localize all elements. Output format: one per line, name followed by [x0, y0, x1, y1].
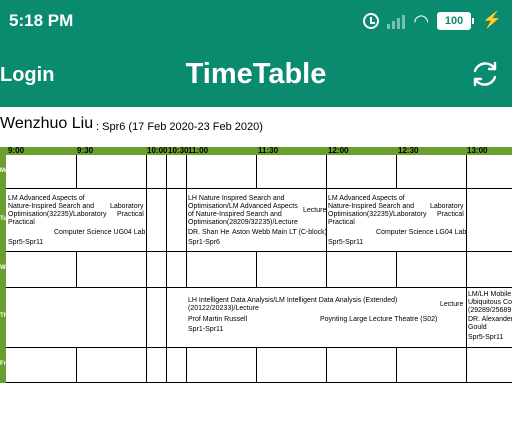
- battery-level: 100: [437, 12, 472, 30]
- timetable-grid[interactable]: 9:00 9:30 10:00 10:30 11:00 11:30 12:00 …: [0, 147, 512, 383]
- row-divider: [6, 188, 512, 189]
- user-name: Wenzhuo Liu: [0, 115, 94, 132]
- row-divider: [6, 251, 512, 252]
- status-bar: 5:18 PM ◠ 100 ⚡: [0, 0, 512, 42]
- term-range: : Spr6 (17 Feb 2020-23 Feb 2020): [96, 121, 263, 133]
- col-divider: [76, 155, 77, 188]
- col-divider: [186, 155, 187, 251]
- col-divider: [146, 155, 147, 383]
- alarm-icon: [363, 13, 380, 29]
- col-divider: [396, 155, 397, 188]
- time-label: 12:30: [398, 146, 419, 155]
- day-label-mon: Mon: [0, 155, 12, 188]
- day-label-thu: Thu: [0, 287, 11, 347]
- refresh-icon[interactable]: [469, 58, 501, 90]
- battery-icon: 100: [437, 12, 475, 30]
- col-divider: [396, 251, 397, 287]
- col-divider: [186, 347, 187, 383]
- status-time: 5:18 PM: [9, 11, 74, 30]
- time-label: 11:00: [188, 146, 209, 155]
- row-divider: [6, 347, 512, 348]
- col-divider: [76, 347, 77, 383]
- wifi-icon: ◠: [413, 11, 430, 31]
- signal-icon: [387, 13, 406, 29]
- time-label: 9:30: [77, 146, 94, 155]
- time-label: 12:00: [328, 146, 349, 155]
- time-label: 11:30: [258, 146, 279, 155]
- row-divider: [6, 287, 512, 288]
- col-divider: [166, 155, 167, 383]
- time-label: 9:00: [8, 146, 25, 155]
- time-label: 13:00: [467, 146, 488, 155]
- charging-icon: ⚡: [482, 12, 502, 29]
- col-divider: [256, 155, 257, 188]
- app-title: TimeTable: [185, 58, 327, 90]
- col-divider: [466, 155, 467, 383]
- col-divider: [76, 251, 77, 287]
- col-divider: [396, 347, 397, 383]
- col-divider: [326, 251, 327, 287]
- time-label: 10:30: [168, 146, 189, 155]
- time-label: 10:00: [147, 146, 168, 155]
- day-label-tue: Tue: [0, 188, 10, 251]
- col-divider: [256, 347, 257, 383]
- col-divider: [326, 347, 327, 383]
- col-divider: [256, 251, 257, 287]
- app-bar: 5:18 PM ◠ 100 ⚡ Login TimeTable: [0, 0, 512, 107]
- col-divider: [186, 251, 187, 287]
- day-label-wed: Wed: [0, 251, 13, 287]
- row-divider: [6, 382, 512, 383]
- day-label-fri: Fri: [0, 347, 8, 383]
